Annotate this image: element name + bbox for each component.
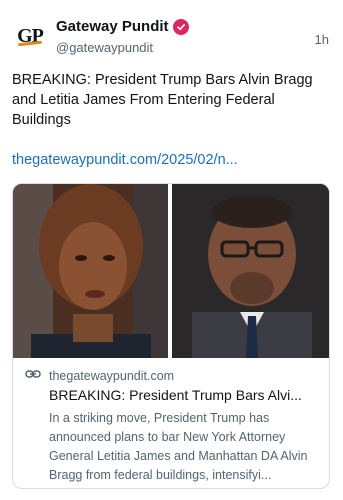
card-media[interactable] <box>13 184 329 358</box>
author-name[interactable]: Gateway Pundit <box>56 18 169 35</box>
post-link[interactable]: thegatewaypundit.com/2025/02/n... <box>12 150 330 170</box>
photo-letitia-james <box>13 184 168 358</box>
author-handle[interactable]: @gatewaypundit <box>56 40 153 55</box>
link-preview-card[interactable]: thegatewaypundit.com BREAKING: President… <box>12 183 330 489</box>
link-icon <box>25 367 41 385</box>
card-title[interactable]: BREAKING: President Trump Bars Alvi... <box>49 386 321 405</box>
post[interactable]: GP Gateway Pundit @gatewaypundit 1h BREA… <box>0 0 343 500</box>
card-description: In a striking move, President Trump has … <box>49 411 308 482</box>
card-domain: thegatewaypundit.com <box>49 369 175 383</box>
name-row: Gateway Pundit <box>56 18 189 35</box>
card-domain-row: thegatewaypundit.com <box>25 368 321 384</box>
verified-badge-icon <box>172 18 189 35</box>
photo-alvin-bragg <box>172 184 329 358</box>
card-meta: thegatewaypundit.com BREAKING: President… <box>25 368 321 485</box>
post-header: GP Gateway Pundit @gatewaypundit 1h <box>12 14 331 58</box>
post-text: BREAKING: President Trump Bars Alvin Bra… <box>12 72 313 128</box>
post-timestamp[interactable]: 1h <box>315 32 329 47</box>
avatar[interactable]: GP <box>12 18 48 54</box>
